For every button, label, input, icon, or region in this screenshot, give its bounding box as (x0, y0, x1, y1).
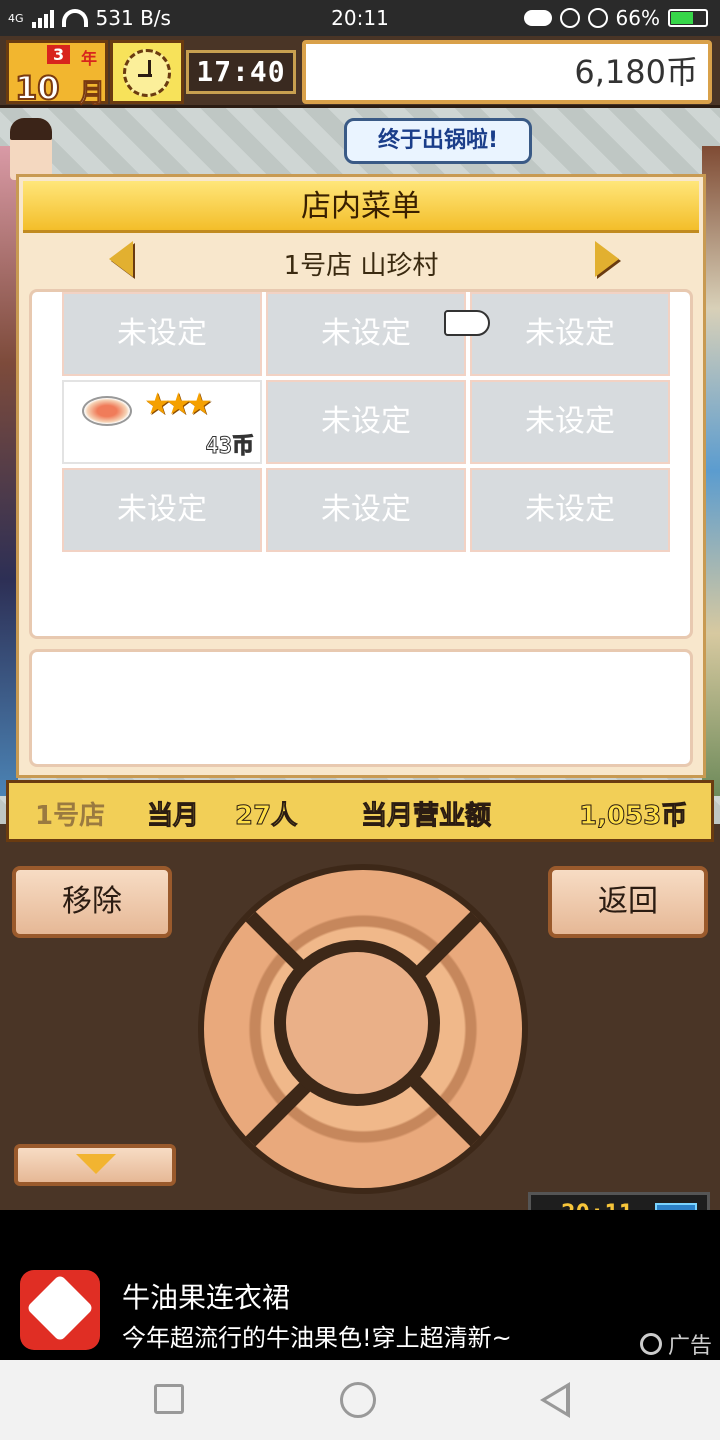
pointer-hand-icon (444, 310, 490, 336)
menu-slot-empty[interactable]: 未设定 (470, 468, 670, 552)
home-icon[interactable] (340, 1382, 376, 1418)
staff-character (10, 118, 52, 180)
menu-slot-empty[interactable]: 未设定 (62, 292, 262, 376)
clock-icon[interactable] (110, 40, 184, 104)
ad-description[interactable]: 今年超流行的牛油果色!穿上超清新~ (122, 1318, 512, 1353)
dish-price: 43币 (205, 434, 254, 459)
stats-revenue: 1,053币 (578, 801, 688, 832)
top-hud: 3 年 10 月 17:40 6,180币 (0, 36, 720, 110)
scroll-down-button[interactable] (14, 1144, 176, 1186)
shop-stats-bar: 1号店 当月 27人 当月营业额 1,053币 (6, 780, 714, 842)
menu-slot-empty[interactable]: 未设定 (470, 292, 670, 376)
ad-banner[interactable]: 牛油果连衣裙 今年超流行的牛油果色!穿上超清新~ 广告 (0, 1210, 720, 1360)
menu-slot-empty[interactable]: 未设定 (470, 380, 670, 464)
recent-apps-icon[interactable] (154, 1384, 184, 1414)
stats-revenue-label: 当月营业额 (360, 801, 492, 832)
menu-slot-empty[interactable]: 未设定 (266, 468, 466, 552)
battery-charging-icon (655, 1203, 697, 1210)
month-label: 月 (78, 79, 106, 110)
menu-grid: 未设定 未设定 未设定 ★★★ 43币 未设定 未设定 未设定 未设定 未设定 (62, 292, 670, 552)
stats-month-label: 当月 (146, 801, 200, 832)
stats-shop: 1号店 (35, 801, 106, 831)
game-clock-time: 20:11 (561, 1199, 633, 1210)
speech-bubble: 终于出锅啦! (344, 118, 532, 164)
back-icon[interactable] (540, 1382, 570, 1418)
game-area: 终于出锅啦! 3 年 10 月 17:40 6,180币 店内菜单 1号店 山珍… (0, 36, 720, 1210)
stats-customers: 27人 (234, 801, 298, 832)
next-shop-arrow-icon[interactable] (595, 241, 619, 277)
game-time: 17:40 (186, 50, 296, 94)
back-button[interactable]: 返回 (548, 866, 708, 938)
battery-icon (668, 9, 708, 27)
status-right: 66% (523, 6, 708, 30)
dpad-center-button[interactable] (274, 940, 440, 1106)
game-clock-display: 20:11 (528, 1192, 710, 1210)
menu-slot-empty[interactable]: 未设定 (266, 292, 466, 376)
system-nav-bar (0, 1360, 720, 1440)
year-number: 3 (47, 45, 71, 64)
gamepad-icon (523, 10, 552, 26)
menu-slot-empty[interactable]: 未设定 (266, 380, 466, 464)
menu-slot-empty[interactable]: 未设定 (62, 468, 262, 552)
calendar[interactable]: 3 年 10 月 (6, 40, 108, 110)
dish-description-box (29, 649, 693, 767)
directional-pad[interactable] (198, 864, 528, 1194)
battery-percent: 66% (615, 6, 660, 30)
ad-close-icon[interactable] (639, 1333, 662, 1355)
status-bar: 4G 531 B/s 20:11 66% (0, 0, 720, 36)
alarm-icon (587, 8, 608, 28)
dish-icon (82, 396, 132, 426)
month-number: 10 (14, 68, 61, 108)
panel-title: 店内菜单 (23, 181, 699, 233)
ad-title[interactable]: 牛油果连衣裙 (122, 1276, 290, 1316)
shop-selector: 1号店 山珍村 (19, 239, 703, 285)
menu-grid-box: 未设定 未设定 未设定 ★★★ 43币 未设定 未设定 未设定 未设定 未设定 (29, 289, 693, 639)
remove-button[interactable]: 移除 (12, 866, 172, 938)
ad-tag-label: 广告 (667, 1334, 712, 1359)
down-arrow-icon (76, 1154, 116, 1174)
ad-app-logo[interactable] (20, 1270, 100, 1350)
money-display: 6,180币 (302, 40, 712, 104)
menu-slot-dish[interactable]: ★★★ 43币 (62, 380, 262, 464)
shop-menu-panel: 店内菜单 1号店 山珍村 未设定 未设定 未设定 ★★★ 43币 未设定 未设定 未设定 未设定… (16, 174, 706, 778)
ad-tag: 广告 (639, 1328, 712, 1360)
control-panel: 移除 返回 20:11 (0, 846, 720, 1210)
rating-stars: ★★★ (144, 387, 213, 422)
rotation-lock-icon (559, 8, 580, 28)
year-label: 年 (81, 49, 98, 68)
